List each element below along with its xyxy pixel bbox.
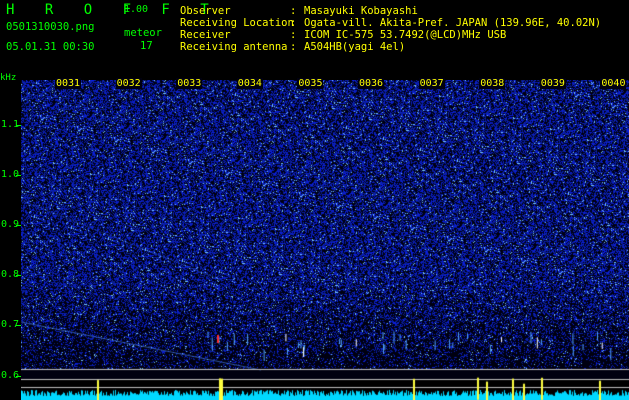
filename: 0501310030.png [6,21,95,33]
time-label: 0035 [297,78,324,89]
time-label: 0033 [176,78,203,89]
time-label: 0032 [115,78,142,89]
colon: : [290,29,297,41]
datetime: 05.01.31 00:30 [6,41,95,53]
time-label: 0036 [358,78,385,89]
time-label: 0034 [236,78,263,89]
time-label: 0039 [539,78,566,89]
observer-value: Masayuki Kobayashi [304,5,418,17]
receiver-value: ICOM IC-575 53.7492(@LCD)MHz USB [304,29,507,41]
colon: : [290,41,297,53]
time-label: 0038 [479,78,506,89]
meteor-label: meteor [124,27,162,39]
antenna-value: A504HB(yagi 4el) [304,41,406,53]
location-key: Receiving Location [180,17,294,29]
time-label: 0040 [600,78,627,89]
colon: : [290,17,297,29]
time-label: 0037 [418,78,445,89]
header-panel: H R O F F T 1.00 0501310030.png meteor 1… [0,0,629,78]
receiver-key: Receiver [180,29,231,41]
time-label: 0031 [55,78,82,89]
observer-key: Observer [180,5,231,17]
location-value: Ogata-vill. Akita-Pref. JAPAN (139.96E, … [304,17,602,29]
y-axis-unit: kHz [0,73,17,83]
spectrogram-canvas [21,80,629,400]
meteor-count: 17 [140,40,153,52]
app-version: 1.00 [124,4,149,15]
colon: : [290,5,297,17]
antenna-key: Receiving antenna [180,41,288,53]
